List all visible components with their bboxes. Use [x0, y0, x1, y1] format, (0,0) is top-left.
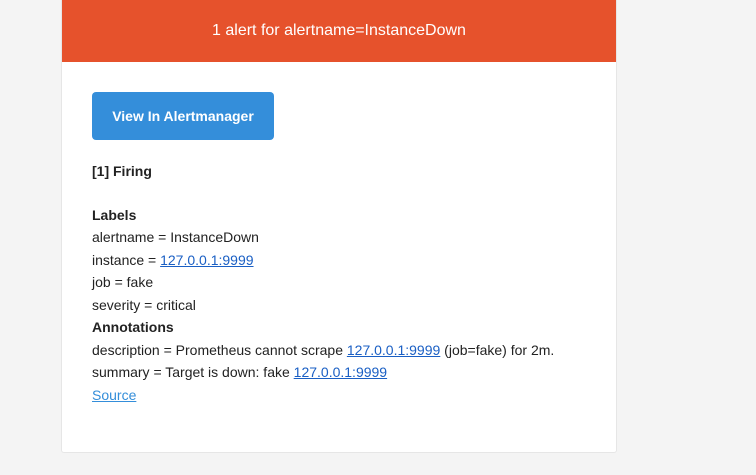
labels-heading: Labels: [92, 206, 137, 223]
label-job: job = fake: [92, 274, 154, 290]
alert-header: 1 alert for alertname=InstanceDown: [62, 0, 616, 62]
annotation-summary: summary = Target is down: fake 127.0.0.1…: [92, 361, 586, 384]
annotations-heading: Annotations: [92, 319, 174, 335]
label-alertname: alertname = InstanceDown: [92, 229, 259, 245]
alert-email-card: 1 alert for alertname=InstanceDown View …: [61, 0, 617, 453]
description-instance-link[interactable]: 127.0.0.1:9999: [347, 342, 440, 358]
description-suffix: (job=fake) for 2m.: [440, 341, 555, 358]
firing-count: [1] Firing: [92, 163, 152, 179]
label-severity: severity = critical: [92, 296, 196, 313]
annotation-description: description = Prometheus cannot scrape 1…: [92, 339, 586, 362]
description-prefix: description = Prometheus cannot scrape: [92, 341, 347, 358]
summary-instance-link[interactable]: 127.0.0.1:9999: [294, 364, 387, 380]
instance-link[interactable]: 127.0.0.1:9999: [160, 252, 253, 268]
source-row: Source: [92, 384, 586, 407]
label-instance-prefix: instance =: [92, 251, 161, 268]
view-in-alertmanager-button[interactable]: View In Alertmanager: [92, 92, 274, 140]
source-link[interactable]: Source: [92, 387, 136, 403]
alert-content: View In Alertmanager [1] Firing Labels a…: [62, 62, 616, 406]
alert-header-title: 1 alert for alertname=InstanceDown: [212, 22, 466, 39]
label-instance: instance = 127.0.0.1:9999: [92, 249, 586, 272]
summary-prefix: summary = Target is down: fake: [92, 364, 294, 380]
